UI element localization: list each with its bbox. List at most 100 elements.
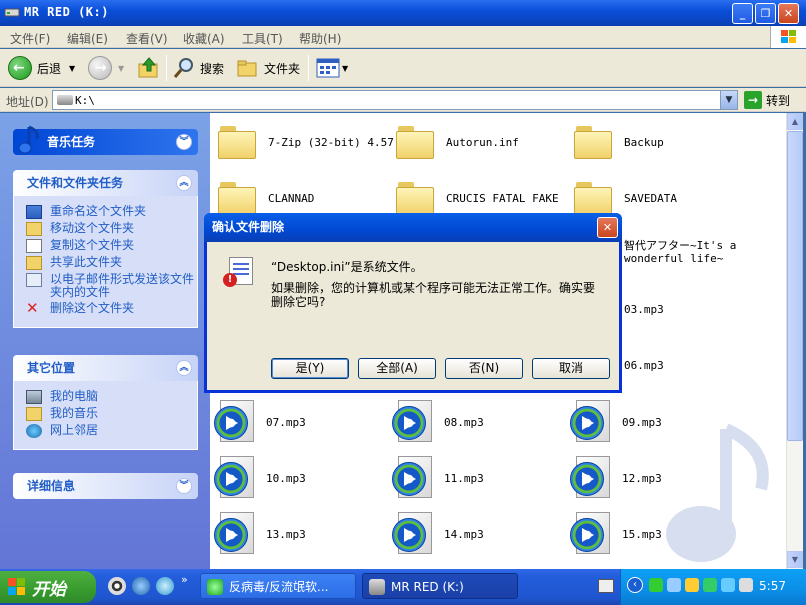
dialog-message-line1: “Desktop.ini”是系统文件。 bbox=[271, 260, 423, 274]
mp3-item[interactable]: 15.mp3 bbox=[570, 509, 662, 559]
mp3-item[interactable]: 07.mp3 bbox=[214, 397, 306, 447]
no-button[interactable]: 否(N) bbox=[445, 358, 523, 379]
music-folder-icon bbox=[26, 407, 42, 421]
go-button[interactable]: → 转到 bbox=[744, 91, 790, 109]
tray-security-icon[interactable] bbox=[703, 578, 717, 592]
back-button[interactable]: ← 后退 ▼ bbox=[8, 55, 75, 81]
scroll-down-icon[interactable]: ▼ bbox=[787, 551, 803, 568]
back-dropdown-icon[interactable]: ▼ bbox=[69, 64, 75, 73]
tray-app-icon[interactable] bbox=[649, 578, 663, 592]
tray-network-icon[interactable] bbox=[667, 578, 681, 592]
search-button[interactable]: 搜索 bbox=[172, 55, 224, 81]
forward-dropdown-icon[interactable]: ▼ bbox=[118, 64, 124, 73]
tray-volume-icon[interactable] bbox=[739, 578, 753, 592]
details-title: 详细信息 bbox=[27, 479, 76, 493]
folders-label: 文件夹 bbox=[264, 61, 301, 76]
start-button[interactable]: 开始 bbox=[0, 571, 96, 603]
taskbar: 开始 » 反病毒/反流氓软... MR RED (K:) ‹ 5:57 bbox=[0, 569, 806, 605]
tray-app-icon[interactable] bbox=[721, 578, 735, 592]
menu-file[interactable]: 文件(F) bbox=[10, 30, 50, 47]
minimize-button[interactable]: _ bbox=[732, 3, 753, 24]
tray-app-icon[interactable] bbox=[685, 578, 699, 592]
start-label: 开始 bbox=[32, 579, 66, 600]
clock[interactable]: 5:57 bbox=[759, 579, 786, 593]
forward-button[interactable]: → ▼ bbox=[88, 55, 124, 81]
place-my-computer[interactable]: 我的电脑 bbox=[26, 390, 197, 404]
folder-item[interactable]: Backup bbox=[574, 117, 664, 167]
task-email-folder[interactable]: 以电子邮件形式发送该文件夹内的文件 bbox=[26, 273, 197, 299]
menu-favorites[interactable]: 收藏(A) bbox=[183, 30, 225, 47]
quicklaunch-icon[interactable] bbox=[156, 577, 174, 595]
other-places-header[interactable]: 其它位置 ︽ bbox=[13, 355, 198, 381]
music-tasks-header[interactable]: 音乐任务 ︾ bbox=[13, 125, 198, 155]
address-field[interactable]: K:\ ▼ bbox=[52, 90, 738, 110]
mp3-label-partial[interactable]: 06.mp3 bbox=[624, 359, 664, 372]
mp3-item[interactable]: 14.mp3 bbox=[392, 509, 484, 559]
folder-item[interactable]: 7-Zip (32-bit) 4.57 bbox=[218, 117, 394, 167]
keyboard-icon[interactable] bbox=[598, 579, 614, 593]
menu-help[interactable]: 帮助(H) bbox=[299, 30, 341, 47]
restore-button[interactable]: ❐ bbox=[755, 3, 776, 24]
chevron-down-icon[interactable]: ︾ bbox=[176, 134, 192, 150]
taskbar-item-antivirus[interactable]: 反病毒/反流氓软... bbox=[200, 573, 356, 599]
menu-tools[interactable]: 工具(T) bbox=[242, 30, 283, 47]
chevron-up-icon[interactable]: ︽ bbox=[176, 360, 192, 376]
other-places-title: 其它位置 bbox=[27, 361, 76, 375]
mp3-item[interactable]: 13.mp3 bbox=[214, 509, 306, 559]
address-value: K:\ bbox=[75, 94, 95, 107]
chevron-down-icon[interactable]: ︾ bbox=[176, 478, 192, 494]
address-dropdown-icon[interactable]: ▼ bbox=[720, 91, 737, 109]
window-title-bar[interactable]: MR RED (K:) _ ❐ ✕ bbox=[0, 0, 806, 26]
mp3-item[interactable]: 08.mp3 bbox=[392, 397, 484, 447]
more-quicklaunch-icon[interactable]: » bbox=[181, 573, 188, 586]
folders-button[interactable]: 文件夹 bbox=[236, 55, 300, 81]
taskbar-item-explorer[interactable]: MR RED (K:) bbox=[362, 573, 518, 599]
vertical-scrollbar[interactable]: ▲ ▼ bbox=[786, 113, 803, 569]
cancel-button[interactable]: 取消 bbox=[532, 358, 610, 379]
chevron-up-icon[interactable]: ︽ bbox=[176, 175, 192, 191]
scroll-up-icon[interactable]: ▲ bbox=[787, 113, 803, 130]
task-share-folder[interactable]: 共享此文件夹 bbox=[26, 256, 197, 270]
details-header[interactable]: 详细信息 ︾ bbox=[13, 473, 198, 499]
rename-icon bbox=[26, 205, 42, 219]
close-button[interactable]: ✕ bbox=[778, 3, 799, 24]
tray-expand-icon[interactable]: ‹ bbox=[627, 577, 643, 593]
scroll-thumb[interactable] bbox=[787, 131, 803, 441]
toolbar: ← 后退 ▼ → ▼ 搜索 文件夹 ▼ bbox=[0, 49, 806, 87]
menu-view[interactable]: 查看(V) bbox=[126, 30, 168, 47]
dialog-close-button[interactable]: ✕ bbox=[597, 217, 618, 238]
confirm-delete-dialog: 确认文件删除 ✕ ! “Desktop.ini”是系统文件。 如果删除，您的计算… bbox=[204, 213, 622, 393]
up-folder-button[interactable] bbox=[137, 55, 161, 81]
mp3-item[interactable]: 11.mp3 bbox=[392, 453, 484, 503]
dialog-title-bar[interactable]: 确认文件删除 ✕ bbox=[204, 213, 622, 242]
media-file-icon bbox=[570, 400, 612, 444]
folder-icon bbox=[396, 180, 436, 216]
folder-label-partial[interactable]: 智代アフター~It's a wonderful life~ bbox=[624, 239, 764, 265]
mp3-item[interactable]: 09.mp3 bbox=[570, 397, 662, 447]
windows-logo-icon bbox=[770, 26, 806, 48]
yes-to-all-button[interactable]: 全部(A) bbox=[358, 358, 436, 379]
place-my-music[interactable]: 我的音乐 bbox=[26, 407, 197, 421]
task-copy-folder[interactable]: 复制这个文件夹 bbox=[26, 239, 197, 253]
mp3-label-partial[interactable]: 03.mp3 bbox=[624, 303, 664, 316]
mp3-item[interactable]: 12.mp3 bbox=[570, 453, 662, 503]
search-label: 搜索 bbox=[200, 61, 225, 76]
music-watermark-icon bbox=[666, 423, 769, 562]
views-icon bbox=[316, 58, 340, 78]
browser-icon[interactable] bbox=[132, 577, 150, 595]
folder-icon bbox=[574, 124, 614, 160]
task-rename-folder[interactable]: 重命名这个文件夹 bbox=[26, 205, 197, 219]
mp3-item[interactable]: 10.mp3 bbox=[214, 453, 306, 503]
task-move-folder[interactable]: 移动这个文件夹 bbox=[26, 222, 197, 236]
media-player-icon[interactable] bbox=[108, 577, 126, 595]
views-button[interactable]: ▼ bbox=[316, 55, 348, 81]
place-network[interactable]: 网上邻居 bbox=[26, 424, 197, 438]
folders-icon bbox=[237, 60, 257, 77]
task-delete-folder[interactable]: ✕ 删除这个文件夹 bbox=[26, 301, 197, 316]
file-tasks-header[interactable]: 文件和文件夹任务 ︽ bbox=[13, 170, 198, 196]
folder-item[interactable]: Autorun.inf bbox=[396, 117, 519, 167]
menu-edit[interactable]: 编辑(E) bbox=[67, 30, 108, 47]
drive-icon bbox=[369, 579, 385, 595]
yes-button[interactable]: 是(Y) bbox=[271, 358, 349, 379]
go-arrow-icon: → bbox=[744, 91, 762, 109]
